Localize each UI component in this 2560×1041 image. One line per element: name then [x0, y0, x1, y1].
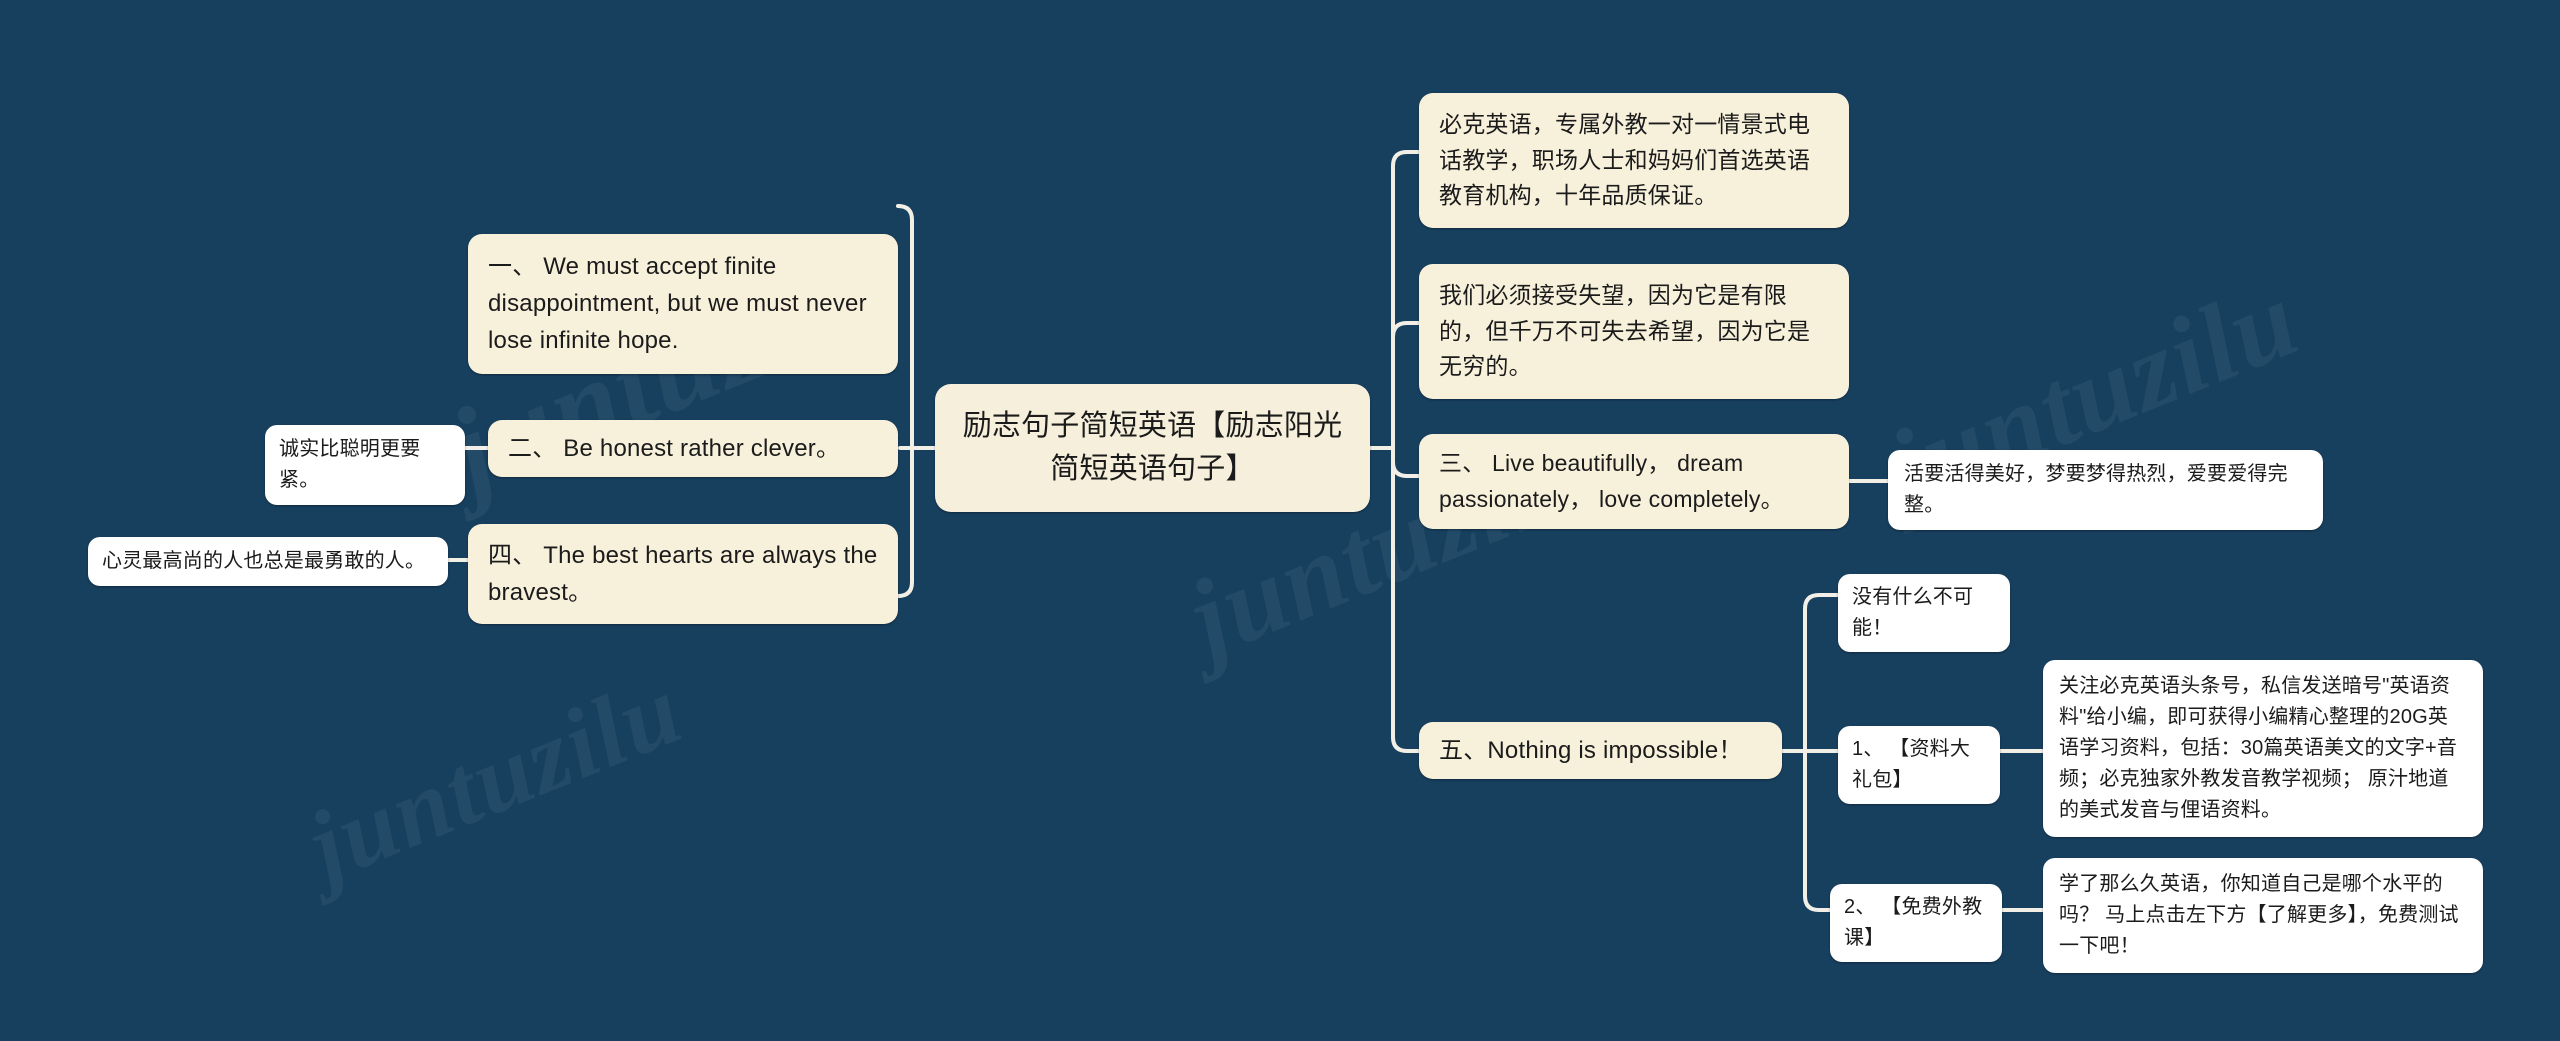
- node-left-3-child-1[interactable]: 心灵最高尚的人也总是最勇敢的人。: [88, 537, 448, 586]
- node-left-2-child-1[interactable]: 诚实比聪明更要紧。: [265, 425, 465, 505]
- node-right-3-child-1-label: 活要活得美好，梦要梦得热烈，爱要爱得完整。: [1904, 463, 2288, 516]
- node-right-1[interactable]: 必克英语，专属外教一对一情景式电话教学，职场人士和妈妈们首选英语教育机构，十年品…: [1419, 93, 1849, 228]
- node-left-3-label: 四、 The best hearts are always the braves…: [488, 542, 878, 607]
- node-right-3[interactable]: 三、 Live beautifully， dream passionately，…: [1419, 434, 1849, 530]
- node-right-4-label: 五、Nothing is impossible！: [1439, 737, 1743, 764]
- connector-right4-to-c1: [1803, 593, 1840, 753]
- node-left-1-label: 一、 We must accept finite disappointment,…: [488, 253, 867, 355]
- connector-root-to-left-1: [896, 204, 914, 450]
- connector-root-to-right-2: [1391, 321, 1421, 450]
- node-right-2-label: 我们必须接受失望，因为它是有限的，但千万不可失去希望，因为它是无穷的。: [1439, 282, 1811, 380]
- node-right-4[interactable]: 五、Nothing is impossible！: [1419, 722, 1782, 780]
- node-right-4-child-3[interactable]: 2、 【免费外教课】: [1830, 884, 2002, 962]
- mindmap-canvas: juntuzilu juntuzilu juntuzilu juntuzilu: [0, 0, 2560, 1041]
- node-freeclass-detail[interactable]: 学了那么久英语，你知道自己是哪个水平的吗？ 马上点击左下方【了解更多】，免费测试…: [2043, 858, 2483, 973]
- node-giftpack-detail[interactable]: 关注必克英语头条号，私信发送暗号"英语资料"给小编，即可获得小编精心整理的20G…: [2043, 660, 2483, 837]
- connector-root-to-left-3: [896, 446, 914, 598]
- node-right-3-child-1[interactable]: 活要活得美好，梦要梦得热烈，爱要爱得完整。: [1888, 450, 2323, 530]
- node-left-1[interactable]: 一、 We must accept finite disappointment,…: [468, 234, 898, 374]
- node-freeclass-detail-label: 学了那么久英语，你知道自己是哪个水平的吗？ 马上点击左下方【了解更多】，免费测试…: [2059, 873, 2459, 957]
- node-right-4-child-1[interactable]: 没有什么不可能！: [1838, 574, 2010, 652]
- node-right-4-child-2-label: 1、 【资料大礼包】: [1852, 738, 1971, 791]
- node-root[interactable]: 励志句子简短英语【励志阳光简短英语句子】: [935, 384, 1370, 512]
- connector-root-to-right-3: [1391, 446, 1421, 478]
- node-right-4-child-3-label: 2、 【免费外教课】: [1844, 896, 1983, 949]
- connector-root-to-right-4: [1391, 446, 1421, 753]
- node-right-2[interactable]: 我们必须接受失望，因为它是有限的，但千万不可失去希望，因为它是无穷的。: [1419, 264, 1849, 399]
- connector-root-to-right-1: [1391, 150, 1421, 450]
- node-right-1-label: 必克英语，专属外教一对一情景式电话教学，职场人士和妈妈们首选英语教育机构，十年品…: [1439, 111, 1811, 209]
- node-root-label: 励志句子简短英语【励志阳光简短英语句子】: [962, 409, 1343, 486]
- node-left-3-child-1-label: 心灵最高尚的人也总是最勇敢的人。: [102, 550, 426, 572]
- node-left-2-child-1-label: 诚实比聪明更要紧。: [279, 438, 421, 491]
- node-left-3[interactable]: 四、 The best hearts are always the braves…: [468, 524, 898, 625]
- watermark-text: juntuzilu: [293, 652, 698, 903]
- node-giftpack-detail-label: 关注必克英语头条号，私信发送暗号"英语资料"给小编，即可获得小编精心整理的20G…: [2059, 675, 2458, 821]
- connector-right4-to-c3: [1803, 749, 1832, 912]
- node-left-2[interactable]: 二、 Be honest rather clever。: [488, 420, 898, 478]
- node-right-3-label: 三、 Live beautifully， dream passionately，…: [1439, 450, 1784, 512]
- node-left-2-label: 二、 Be honest rather clever。: [508, 435, 841, 462]
- node-right-4-child-2[interactable]: 1、 【资料大礼包】: [1838, 726, 2000, 804]
- node-right-4-child-1-label: 没有什么不可能！: [1852, 586, 1974, 639]
